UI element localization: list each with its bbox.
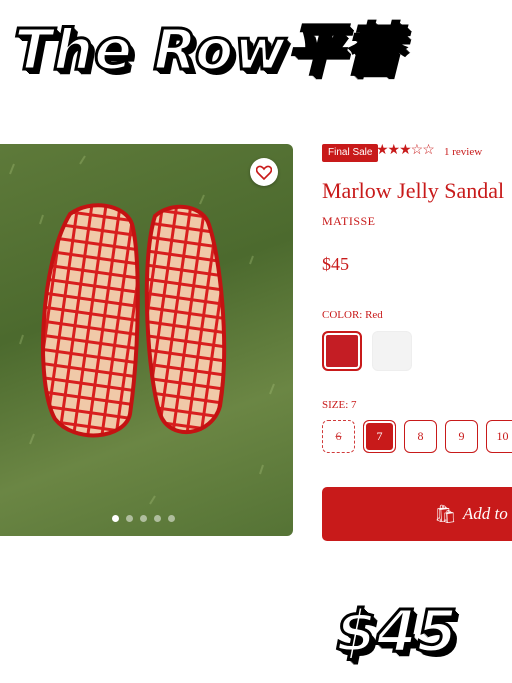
carousel-dot[interactable] bbox=[168, 515, 175, 522]
carousel-dots bbox=[112, 515, 175, 522]
left-sandal bbox=[41, 203, 140, 438]
add-to-bag-label: Add to Bag bbox=[462, 504, 512, 523]
color-swatch-white[interactable] bbox=[372, 331, 412, 371]
carousel-dot[interactable] bbox=[126, 515, 133, 522]
color-label: COLOR: Red bbox=[322, 309, 383, 321]
rating-stars: ★★★☆☆ bbox=[376, 144, 435, 158]
size-options: 6 7 8 9 10 bbox=[322, 420, 512, 453]
add-to-bag-button[interactable]: 🛍 Add to Bag bbox=[322, 487, 512, 541]
right-sandal bbox=[144, 204, 227, 435]
heart-icon bbox=[256, 165, 272, 180]
wishlist-button[interactable] bbox=[250, 158, 278, 186]
carousel-dot[interactable] bbox=[112, 515, 119, 522]
product-brand[interactable]: MATISSE bbox=[322, 214, 376, 229]
size-label: SIZE: 7 bbox=[322, 399, 357, 411]
product-image[interactable] bbox=[0, 144, 293, 536]
size-option-9[interactable]: 9 bbox=[445, 420, 478, 453]
jelly-sandals-illustration bbox=[9, 155, 275, 505]
headline-banner: The Row平替 bbox=[13, 17, 402, 85]
carousel-dot[interactable] bbox=[140, 515, 147, 522]
product-price: $45 bbox=[322, 254, 349, 274]
shopping-bag-icon: 🛍 bbox=[434, 503, 457, 524]
size-option-10[interactable]: 10 bbox=[486, 420, 512, 453]
product-title: Marlow Jelly Sandal bbox=[322, 178, 505, 203]
color-swatch-red[interactable] bbox=[322, 331, 362, 371]
carousel-dot[interactable] bbox=[154, 515, 161, 522]
reviews-link[interactable]: 1 review bbox=[444, 146, 482, 158]
size-option-7[interactable]: 7 bbox=[363, 420, 396, 453]
final-sale-badge: Final Sale bbox=[322, 144, 379, 162]
product-info: Final Sale ★★★☆☆ 1 review Marlow Jelly S… bbox=[322, 144, 512, 544]
price-banner: $45 bbox=[335, 596, 459, 667]
size-option-6[interactable]: 6 bbox=[322, 420, 355, 453]
size-option-8[interactable]: 8 bbox=[404, 420, 437, 453]
